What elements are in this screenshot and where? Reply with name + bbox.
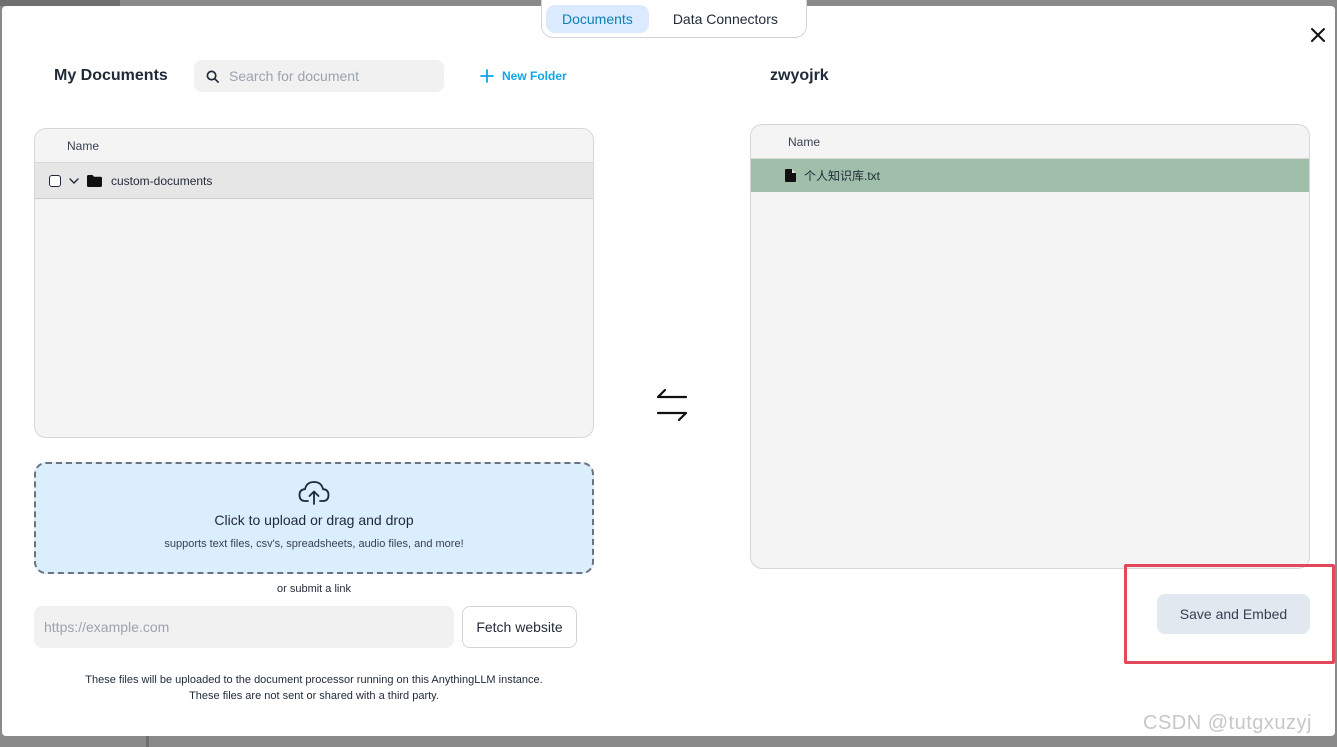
cloud-upload-icon [298,481,330,505]
upload-title: Click to upload or drag and drop [214,512,414,528]
folder-icon [87,174,102,187]
my-documents-panel: Name custom-documents [34,128,594,438]
upload-subtitle: supports text files, csv's, spreadsheets… [164,538,464,550]
my-documents-title: My Documents [54,67,168,84]
tab-bar: Documents Data Connectors [541,0,807,38]
upload-disclaimer: These files will be uploaded to the docu… [34,672,594,704]
folder-name: custom-documents [111,173,213,188]
background-strip [146,736,149,747]
fetch-website-button[interactable]: Fetch website [462,606,577,648]
folder-row[interactable]: custom-documents [35,163,593,199]
or-submit-link-label: or submit a link [277,583,351,595]
search-input[interactable] [229,68,429,84]
plus-icon [480,69,494,83]
workspace-documents-panel: Name 个人知识库.txt [750,124,1310,569]
new-folder-label: New Folder [502,69,567,83]
disclaimer-line-2: These files are not sent or shared with … [189,690,439,702]
watermark: CSDN @tutgxuzyj [1143,712,1312,734]
file-icon [785,169,796,182]
search-icon [206,70,219,83]
annotation-highlight-box [1124,564,1335,664]
disclaimer-line-1: These files will be uploaded to the docu… [85,674,543,686]
workspace-title: zwyojrk [770,67,829,84]
workspace-file-row[interactable]: 个人知识库.txt [751,159,1309,192]
tab-data-connectors[interactable]: Data Connectors [657,5,794,33]
column-name-header: Name [67,138,100,153]
file-name: 个人知识库.txt [804,169,881,183]
panel-header: Name [35,129,593,163]
chevron-down-icon[interactable] [68,175,80,187]
swap-arrows-icon[interactable] [655,388,689,422]
close-icon [1311,28,1325,42]
link-url-input[interactable] [34,606,454,648]
new-folder-button[interactable]: New Folder [480,66,567,86]
tab-documents[interactable]: Documents [546,4,649,33]
folder-checkbox[interactable] [49,174,61,187]
search-bar[interactable] [194,60,444,92]
close-button[interactable] [1307,24,1329,46]
upload-dropzone[interactable]: Click to upload or drag and drop support… [34,462,594,574]
panel-header: Name [751,125,1309,159]
column-name-header: Name [788,134,821,149]
